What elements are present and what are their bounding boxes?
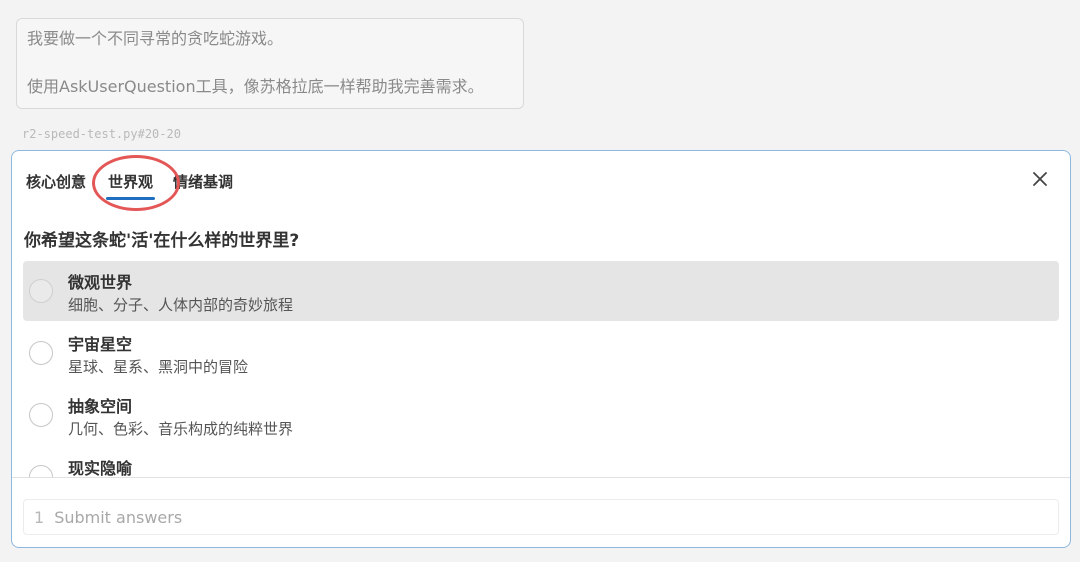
option-description: 细胞、分子、人体内部的奇妙旅程: [68, 296, 294, 314]
option-title: 宇宙星空: [68, 335, 133, 354]
option-title: 微观世界: [68, 273, 133, 292]
radio-icon[interactable]: [29, 403, 53, 427]
options-list: 微观世界 细胞、分子、人体内部的奇妙旅程 宇宙星空 星球、星系、黑洞中的冒险 抽…: [23, 261, 1059, 477]
file-reference[interactable]: r2-speed-test.py#20-20: [22, 127, 181, 141]
question-text: 你希望这条蛇'活'在什么样的世界里?: [24, 231, 300, 251]
close-icon: [1033, 172, 1047, 186]
question-panel: 核心创意 世界观 情绪基调 你希望这条蛇'活'在什么样的世界里? 微观世界 细胞…: [11, 150, 1071, 548]
radio-icon[interactable]: [29, 279, 53, 303]
prompt-box: 我要做一个不同寻常的贪吃蛇游戏。 使用AskUserQuestion工具，像苏格…: [16, 18, 524, 109]
option-title: 现实隐喻: [68, 459, 133, 477]
option-description: 星球、星系、黑洞中的冒险: [68, 358, 249, 376]
radio-icon[interactable]: [29, 341, 53, 365]
tab-bar: 核心创意 世界观 情绪基调: [26, 171, 233, 200]
option-abstract-space[interactable]: 抽象空间 几何、色彩、音乐构成的纯粹世界: [23, 385, 1059, 445]
radio-icon[interactable]: [29, 465, 53, 477]
submit-index: 1: [34, 507, 45, 527]
tab-worldview[interactable]: 世界观: [106, 171, 156, 200]
divider: [12, 477, 1070, 478]
tab-emotional-tone[interactable]: 情绪基调: [173, 171, 233, 192]
option-microscopic-world[interactable]: 微观世界 细胞、分子、人体内部的奇妙旅程: [23, 261, 1059, 321]
option-cosmic-space[interactable]: 宇宙星空 星球、星系、黑洞中的冒险: [23, 323, 1059, 383]
option-reality-metaphor[interactable]: 现实隐喻: [23, 447, 1059, 477]
option-title: 抽象空间: [68, 397, 133, 416]
option-description: 几何、色彩、音乐构成的纯粹世界: [68, 420, 294, 438]
tab-core-idea[interactable]: 核心创意: [26, 171, 86, 192]
submit-label: Submit answers: [54, 507, 183, 527]
prompt-line-2: 使用AskUserQuestion工具，像苏格拉底一样帮助我完善需求。: [27, 77, 484, 96]
prompt-line-1: 我要做一个不同寻常的贪吃蛇游戏。: [27, 29, 284, 48]
submit-answers-button[interactable]: 1 Submit answers: [23, 499, 1059, 535]
close-button[interactable]: [1030, 169, 1050, 189]
